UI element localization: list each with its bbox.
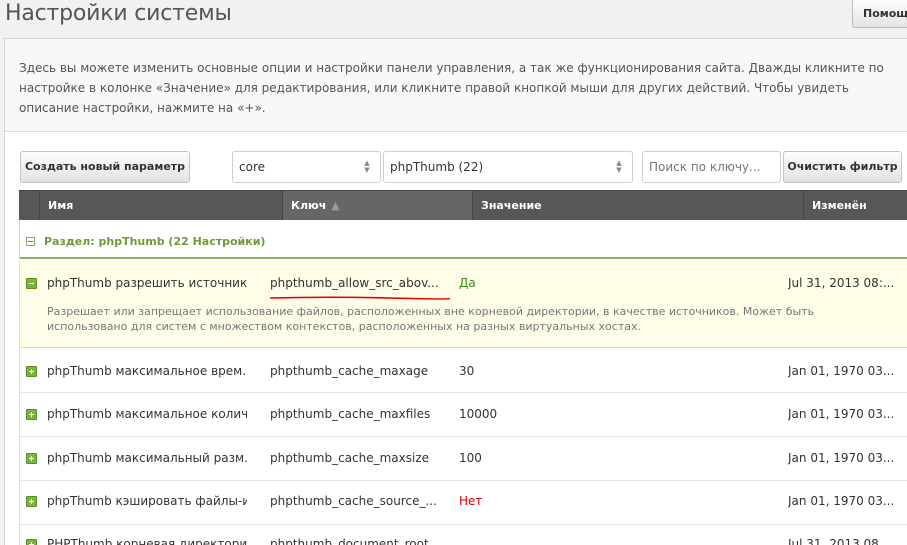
setting-name: phpThumb разрешить источник... — [47, 276, 247, 290]
expand-row-icon[interactable] — [26, 366, 37, 377]
group-header-row[interactable]: Раздел: phpThumb (22 Настройки) — [19, 221, 907, 259]
setting-key: phpthumb_cache_maxsize — [270, 451, 430, 465]
setting-updated: Jul 31, 2013 08:... — [788, 276, 895, 290]
column-header-name[interactable]: Имя — [39, 191, 282, 220]
select-arrows-icon: ▲ ▼ — [364, 159, 370, 174]
setting-updated: Jan 01, 1970 03... — [788, 364, 895, 378]
area-select[interactable]: phpThumb (22) ▲ ▼ — [383, 151, 633, 183]
setting-description: Разрешает или запрещает использование фа… — [47, 305, 815, 333]
area-select-value: phpThumb (22) — [390, 160, 484, 174]
column-header-updated[interactable]: Изменён — [803, 191, 907, 220]
setting-name: phpThumb максимальное колич... — [47, 407, 247, 421]
description-box: Здесь вы можете изменить основные опции … — [4, 38, 907, 132]
namespace-select[interactable]: core ▲ ▼ — [232, 151, 381, 183]
help-button[interactable]: Помощь — [852, 0, 907, 28]
setting-value[interactable]: 10000 — [459, 407, 759, 421]
table-row[interactable]: phpThumb максимальное колич... phpthumb_… — [19, 393, 907, 437]
table-row[interactable]: phpThumb максимальное врем... phpthumb_c… — [19, 349, 907, 393]
setting-updated: Jan 01, 1970 03... — [788, 407, 895, 421]
setting-updated: Jan 01, 1970 03... — [788, 494, 895, 508]
setting-value[interactable]: 100 — [459, 451, 759, 465]
namespace-select-value: core — [239, 160, 265, 174]
expand-row-icon[interactable] — [26, 409, 37, 420]
expand-row-icon[interactable] — [26, 496, 37, 507]
setting-value[interactable]: Да — [459, 276, 759, 290]
table-row[interactable]: phpThumb максимальный разм... phpthumb_c… — [19, 437, 907, 481]
setting-value[interactable]: Нет — [459, 494, 759, 508]
setting-key: phpthumb_document_root — [270, 537, 429, 545]
setting-name: PHPThumb корневая директория — [47, 537, 247, 545]
setting-name: phpThumb кэшировать файлы-и... — [47, 494, 247, 508]
setting-key: phpthumb_cache_maxage — [270, 364, 429, 378]
table-row[interactable]: phpThumb разрешить источник... phpthumb_… — [19, 261, 907, 348]
create-setting-button[interactable]: Создать новый параметр — [20, 151, 190, 183]
select-arrows-icon: ▲ ▼ — [616, 159, 622, 174]
expand-row-icon[interactable] — [26, 539, 37, 545]
column-header-key[interactable]: Ключ ▲ — [282, 191, 472, 220]
annotation-underline — [269, 296, 451, 300]
setting-updated: Jan 01, 1970 03... — [788, 451, 895, 465]
setting-updated: Jul 31, 2013 08... — [788, 537, 891, 545]
system-settings-page: Настройки системы Помощь Здесь вы можете… — [0, 0, 907, 545]
expand-row-icon[interactable] — [26, 453, 37, 464]
page-title: Настройки системы — [5, 1, 232, 26]
search-key-input[interactable] — [642, 151, 781, 183]
sort-arrow-icon: ▲ — [331, 199, 340, 212]
setting-key: phpthumb_allow_src_abov... — [270, 276, 439, 290]
grid-header: Имя Ключ ▲ Значение Изменён — [19, 190, 907, 220]
collapse-row-icon[interactable] — [26, 278, 37, 289]
table-row[interactable]: phpThumb кэшировать файлы-и... phpthumb_… — [19, 481, 907, 525]
description-text: Здесь вы можете изменить основные опции … — [19, 61, 884, 115]
setting-name: phpThumb максимальное врем... — [47, 364, 247, 378]
collapse-group-icon[interactable] — [26, 237, 35, 246]
setting-value[interactable]: 30 — [459, 364, 759, 378]
table-row[interactable]: PHPThumb корневая директория phpthumb_do… — [19, 525, 907, 545]
setting-name: phpThumb максимальный разм... — [47, 451, 247, 465]
clear-filter-button[interactable]: Очистить фильтр — [783, 151, 902, 183]
column-header-value[interactable]: Значение — [472, 191, 803, 220]
setting-key: phpthumb_cache_maxfiles — [270, 407, 431, 421]
group-label: Раздел: phpThumb (22 Настройки) — [44, 235, 266, 248]
setting-key: phpthumb_cache_source_... — [270, 494, 437, 508]
